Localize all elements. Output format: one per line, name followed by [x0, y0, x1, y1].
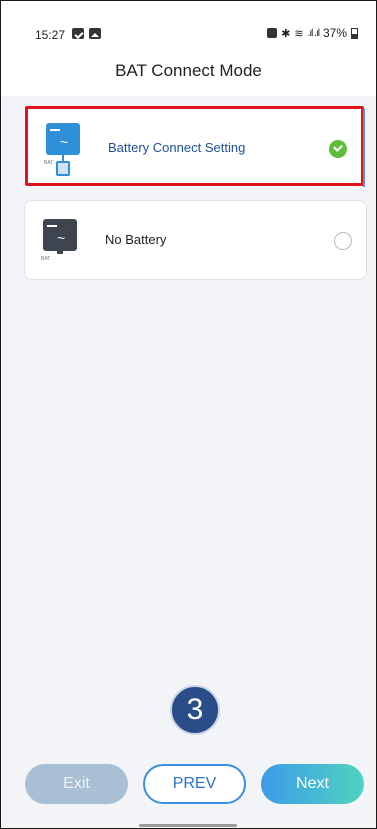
signal-icon: .ıl .ıl	[307, 27, 320, 39]
inverter-icon: ~ BAT	[41, 215, 83, 267]
bat-tag: BAT	[41, 256, 51, 262]
options-list: ~ BAT Battery Connect Setting ~ BAT No B…	[1, 96, 376, 748]
bat-tag: BAT	[44, 160, 54, 166]
battery-percent: 37%	[322, 26, 347, 40]
bluetooth-icon: ✱	[281, 27, 291, 40]
option-no-battery[interactable]: ~ BAT No Battery	[24, 200, 367, 280]
top-bar: 15:27 ✱ ≋ .ıl .ıl 37% BAT Connect Mode	[1, 1, 376, 96]
battery-icon	[351, 27, 358, 39]
inverter-battery-icon: ~ BAT	[44, 123, 86, 176]
message-icon	[72, 28, 84, 39]
status-bar: 15:27 ✱ ≋ .ıl .ıl 37%	[1, 1, 376, 42]
gallery-icon	[89, 28, 101, 39]
radio-unselected-icon[interactable]	[334, 232, 352, 250]
check-selected-icon	[329, 140, 347, 158]
alarm-icon	[267, 28, 278, 38]
option-battery-connect-setting[interactable]: ~ BAT Battery Connect Setting	[25, 106, 365, 187]
status-icons: ✱ ≋ .ıl .ıl 37%	[267, 26, 358, 40]
next-button[interactable]: Next	[261, 764, 364, 804]
home-indicator[interactable]	[139, 824, 237, 827]
prev-button[interactable]: PREV	[143, 764, 246, 804]
wifi-icon: ≋	[294, 27, 304, 40]
exit-button[interactable]: Exit	[25, 764, 128, 804]
page-title: BAT Connect Mode	[115, 61, 262, 80]
bottom-bar: Exit PREV Next	[1, 748, 376, 828]
step-number-badge: 3	[170, 685, 220, 735]
scroll-indicator	[363, 109, 365, 187]
status-time: 15:27	[35, 28, 66, 42]
option-label: No Battery	[105, 232, 167, 247]
option-label: Battery Connect Setting	[108, 140, 246, 155]
